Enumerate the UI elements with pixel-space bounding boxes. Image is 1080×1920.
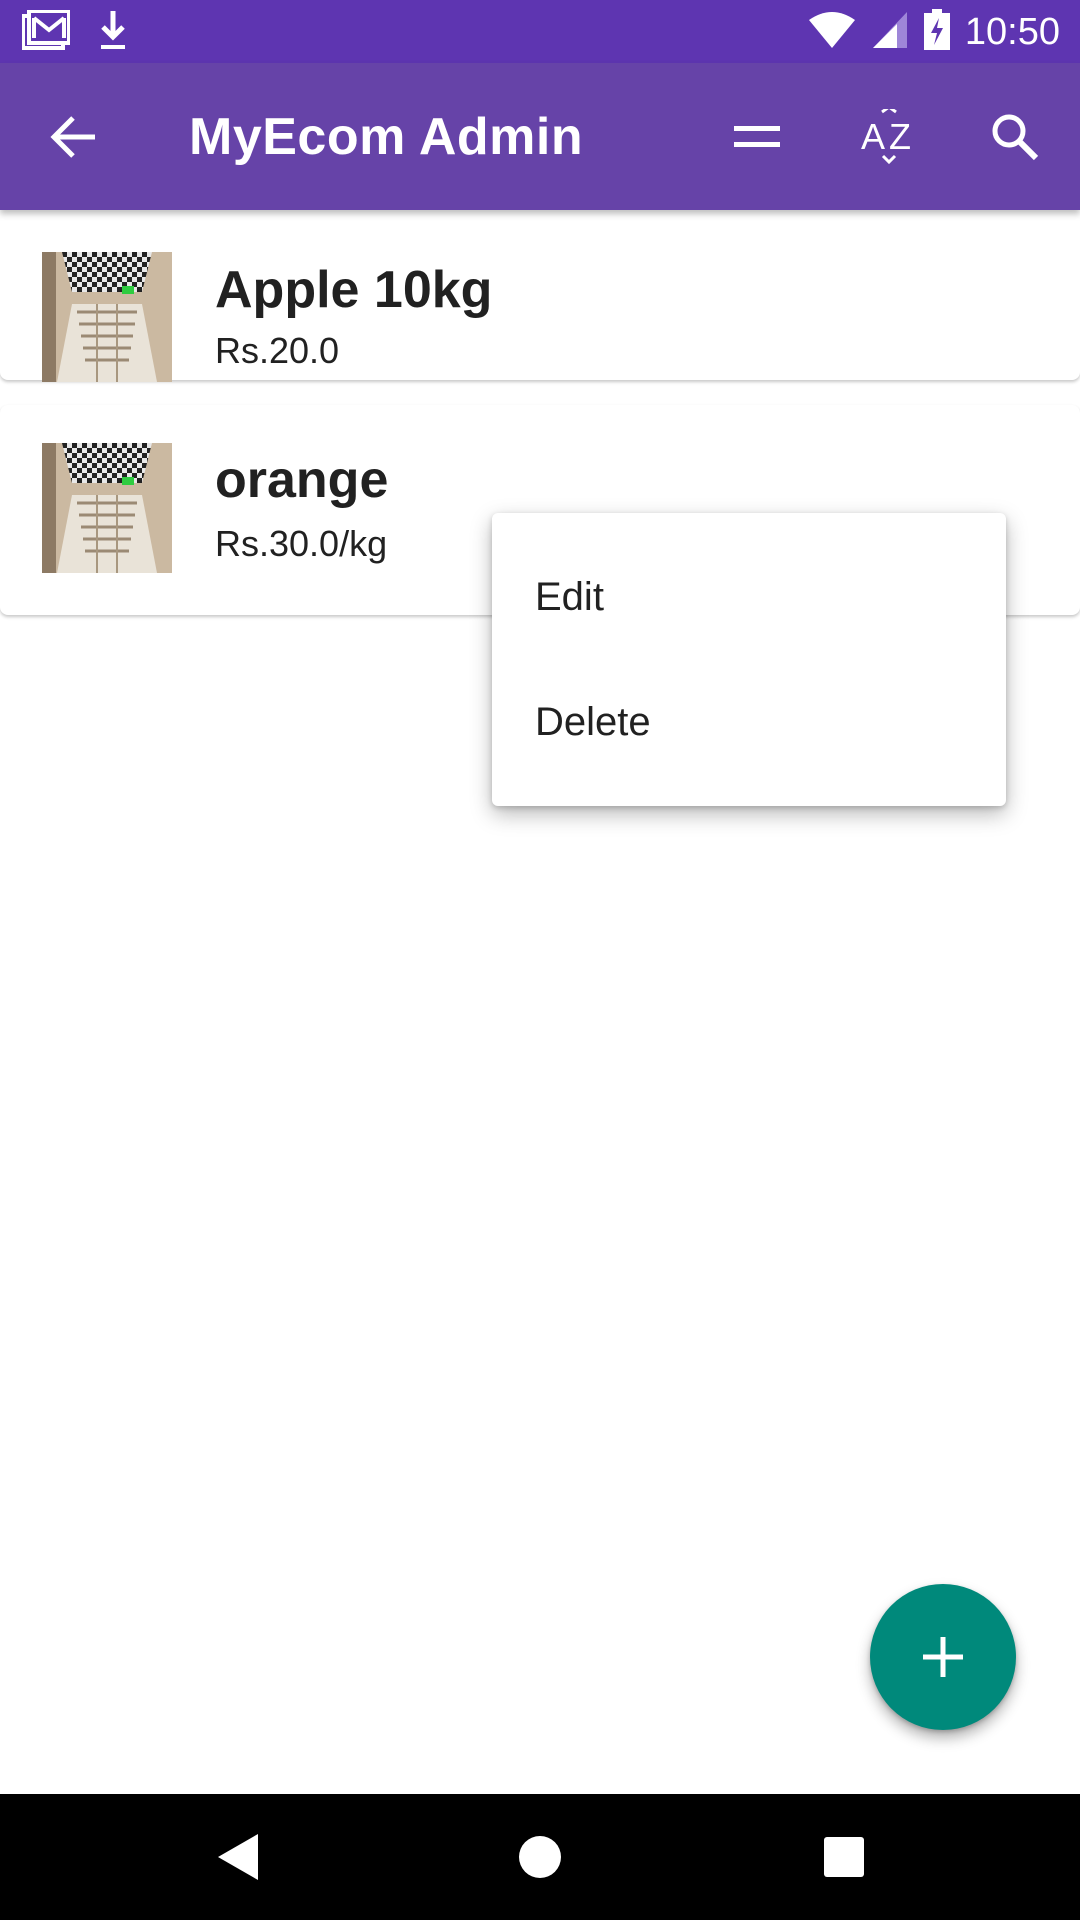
svg-text:Z: Z [889, 116, 911, 157]
nav-home-button[interactable] [510, 1827, 570, 1887]
signal-icon [871, 10, 909, 55]
nav-back-button[interactable] [208, 1827, 268, 1887]
home-circle-icon [519, 1836, 561, 1878]
search-button[interactable] [982, 104, 1048, 170]
product-name: orange [215, 451, 389, 509]
product-name: Apple 10kg [215, 261, 493, 319]
menu-item-label: Delete [535, 699, 651, 744]
recents-square-icon [824, 1837, 864, 1877]
screen: 10:50 MyEcom Admin A Z Apple 10kg Rs.20.… [0, 0, 1080, 1920]
gmail-icon [21, 8, 71, 55]
navigation-bar [0, 1794, 1080, 1920]
menu-item-delete[interactable]: Delete [492, 662, 1006, 782]
sort-icon [734, 126, 780, 147]
plus-icon [923, 1637, 963, 1677]
back-button[interactable] [42, 106, 104, 168]
download-icon [98, 9, 128, 56]
nav-recents-button[interactable] [814, 1827, 874, 1887]
page-title: MyEcom Admin [189, 108, 584, 166]
sort-button[interactable] [724, 104, 790, 170]
battery-charging-icon [923, 8, 951, 56]
app-bar: MyEcom Admin A Z [0, 63, 1080, 210]
product-price: Rs.30.0/kg [215, 523, 388, 564]
product-thumbnail [42, 252, 172, 382]
wifi-icon [807, 10, 857, 55]
search-icon [992, 114, 1039, 161]
back-triangle-icon [218, 1834, 258, 1880]
add-product-button[interactable] [870, 1584, 1016, 1730]
az-sort-button[interactable]: A Z [856, 104, 922, 170]
status-time: 10:50 [964, 10, 1060, 53]
az-sort-icon: A Z [861, 109, 911, 165]
product-thumbnail [42, 443, 172, 573]
status-bar: 10:50 [0, 0, 1080, 63]
menu-item-label: Edit [535, 574, 604, 619]
svg-text:A: A [861, 116, 885, 157]
menu-item-edit[interactable]: Edit [492, 537, 1006, 657]
product-card[interactable]: Apple 10kg Rs.20.0 [0, 210, 1080, 382]
product-price: Rs.20.0 [215, 330, 340, 371]
back-arrow-icon [50, 116, 95, 158]
